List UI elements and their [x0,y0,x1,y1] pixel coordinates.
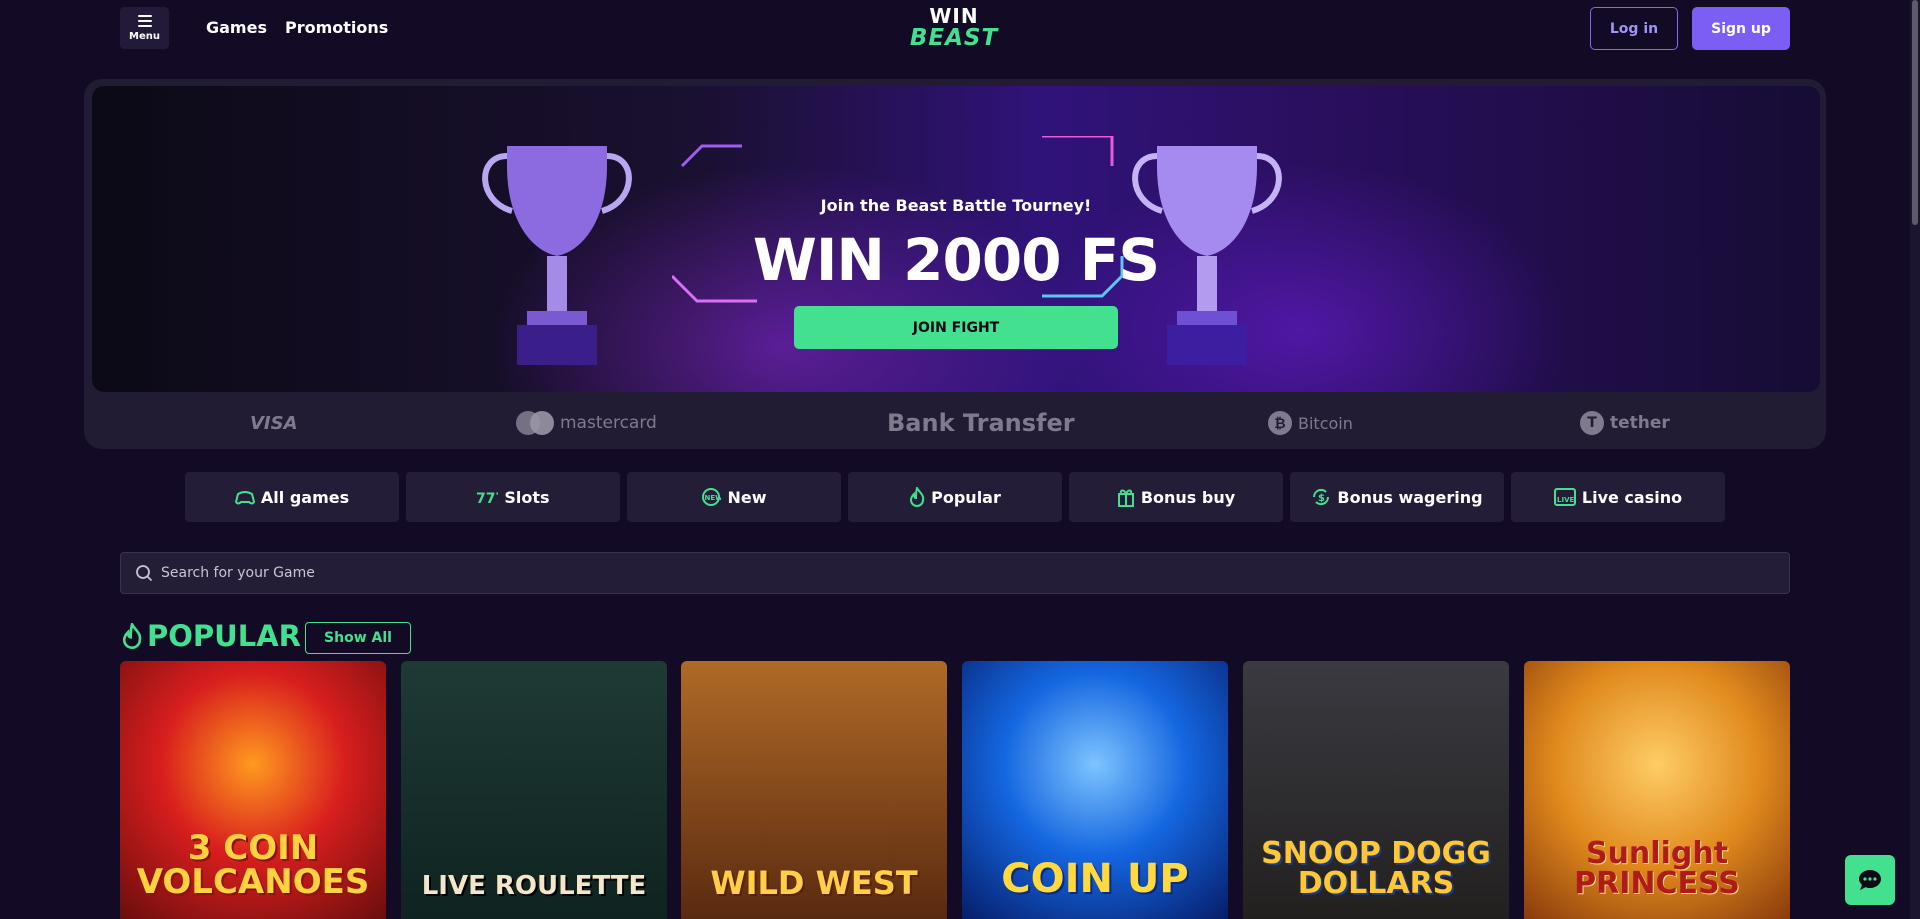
hero-title: WIN 2000 FS [752,226,1160,294]
login-button[interactable]: Log in [1590,7,1678,50]
bitcoin-logo: ₿ Bitcoin [1268,397,1353,449]
svg-text:LIVE: LIVE [1557,496,1574,504]
category-label: New [727,487,767,507]
nav-games[interactable]: Games [206,18,267,37]
category-popular[interactable]: Popular [848,472,1062,522]
hero-subtitle: Join the Beast Battle Tourney! [820,196,1092,215]
visa-logo: VISA [250,412,298,434]
category-label: Live casino [1581,487,1683,507]
slots-icon: 777 [476,491,498,506]
gift-icon [1117,489,1134,507]
bank-transfer-logo: Bank Transfer [887,409,1075,437]
game-card[interactable]: COIN UP [962,661,1228,919]
category-label: Slots [504,487,550,507]
gamepad-icon [234,491,255,505]
game-title: 3 COIN VOLCANOES [136,828,370,902]
header: Menu Games Promotions WIN BEAST Log in S… [0,0,1920,56]
search-input[interactable] [161,565,1789,581]
game-title: LIVE ROULETTE [421,871,647,901]
game-search[interactable] [120,552,1790,594]
category-slots[interactable]: 777 Slots [406,472,620,522]
page-scrollbar[interactable] [1910,0,1920,919]
category-label: Bonus wagering [1337,487,1483,507]
game-title: Sunlight PRINCESS [1574,836,1740,901]
nav-promotions[interactable]: Promotions [285,18,388,37]
game-card[interactable]: Sunlight PRINCESS [1524,661,1790,919]
game-card[interactable]: WILD WEST [681,661,947,919]
svg-text:$: $ [1318,493,1325,504]
fire-icon [122,623,142,649]
hamburger-icon [137,14,152,27]
mastercard-logo: mastercard [516,397,657,449]
tether-icon: T [1580,411,1604,435]
game-card[interactable]: 3 COIN VOLCANOES [120,661,386,919]
game-title: SNOOP DOGG DOLLARS [1261,836,1491,901]
search-icon [136,565,153,582]
popular-section-title: POPULAR [121,619,301,653]
section-title-label: POPULAR [147,619,301,653]
tether-label: tether [1610,413,1670,433]
menu-label: Menu [129,30,160,42]
tether-logo: T tether [1580,397,1670,449]
menu-button[interactable]: Menu [120,7,169,49]
live-tv-icon: LIVE [1553,488,1576,506]
bitcoin-label: Bitcoin [1298,413,1353,433]
category-all-games[interactable]: All games [185,472,399,522]
game-card[interactable]: SNOOP DOGG DOLLARS [1243,661,1509,919]
join-fight-button[interactable]: JOIN FIGHT [794,306,1118,349]
game-title: WILD WEST [710,864,918,902]
new-badge-icon: NEW [702,488,722,506]
mastercard-label: mastercard [560,413,657,433]
chat-button[interactable] [1845,855,1895,905]
svg-text:NEW: NEW [705,494,722,502]
payment-methods: VISA mastercard Bank Transfer ₿ Bitcoin … [84,397,1826,449]
chat-bubble-icon [1859,870,1881,890]
category-new[interactable]: NEW New [627,472,841,522]
fire-icon [910,487,925,507]
category-label: Popular [931,487,1001,507]
wagering-icon: $ [1313,488,1330,506]
logo-word-beast: BEAST [909,25,999,51]
hero-section: Join the Beast Battle Tourney! WIN 2000 … [84,79,1826,449]
category-bonus-wagering[interactable]: $ Bonus wagering [1290,472,1504,522]
logo-word-win: WIN [929,4,979,28]
category-label: Bonus buy [1140,487,1236,507]
category-label: All games [260,487,350,507]
svg-text:777: 777 [476,491,498,506]
logo[interactable]: WIN BEAST [906,6,1002,54]
promo-banner[interactable]: Join the Beast Battle Tourney! WIN 2000 … [92,86,1820,392]
signup-button[interactable]: Sign up [1692,7,1790,50]
game-title: COIN UP [1001,856,1189,902]
scrollbar-thumb[interactable] [1912,0,1918,225]
show-all-button[interactable]: Show All [305,622,411,654]
category-bonus-buy[interactable]: Bonus buy [1069,472,1283,522]
mastercard-icon [516,411,554,435]
game-card[interactable]: LIVE ROULETTE [401,661,667,919]
bitcoin-icon: ₿ [1268,411,1292,435]
category-live-casino[interactable]: LIVE Live casino [1511,472,1725,522]
